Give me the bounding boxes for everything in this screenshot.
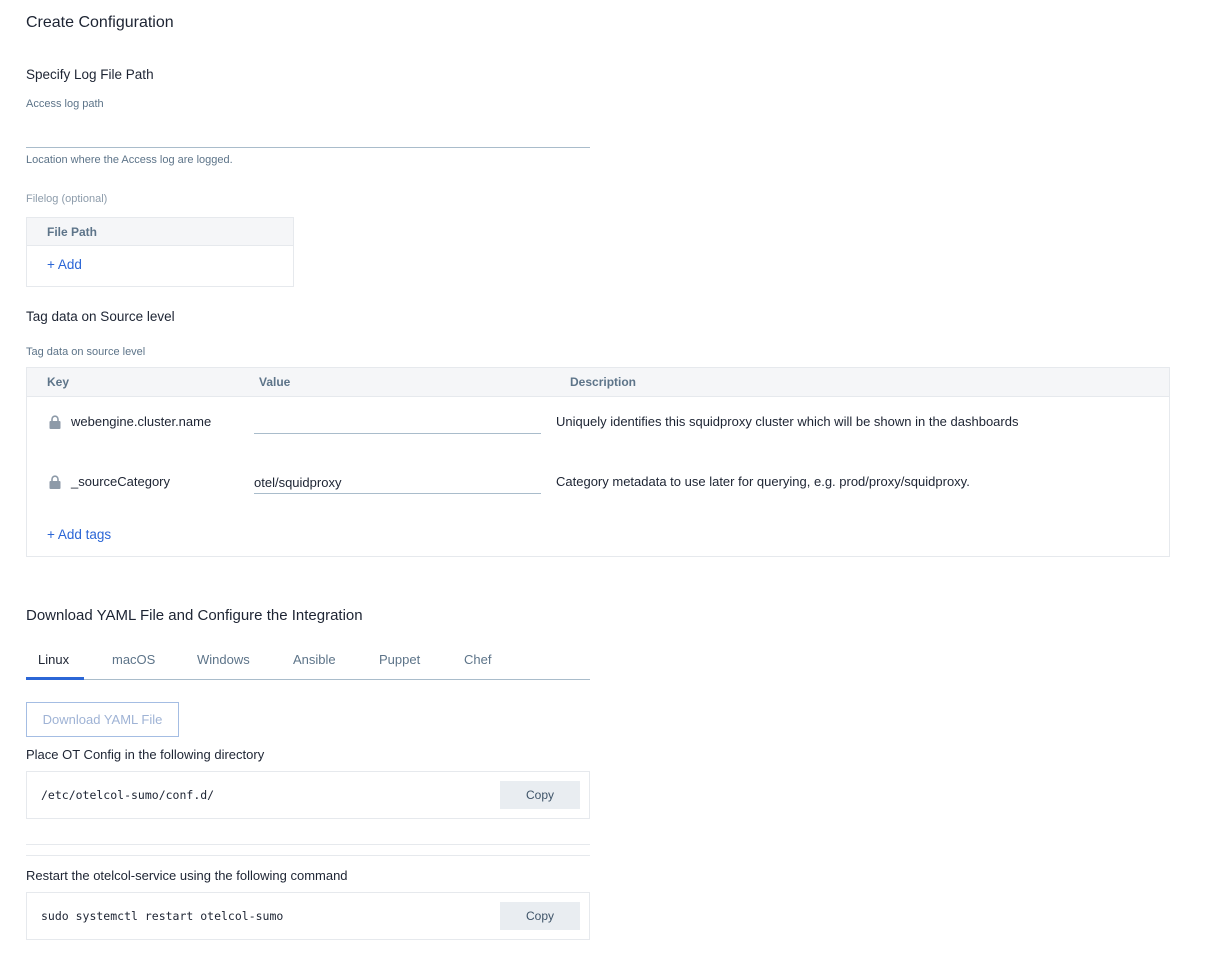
tag-key: webengine.cluster.name [71, 414, 212, 429]
platform-tabs: Linux macOS Windows Ansible Puppet Chef [26, 644, 590, 680]
lock-icon [49, 475, 61, 489]
lock-icon [49, 415, 61, 429]
tab-windows[interactable]: Windows [197, 652, 250, 667]
file-path-column-header: File Path [47, 224, 98, 239]
filelog-table-header: File Path [27, 218, 293, 246]
tab-ansible[interactable]: Ansible [293, 652, 336, 667]
active-tab-indicator [26, 677, 84, 680]
add-file-path-link[interactable]: + Add [47, 257, 82, 272]
step1-title: Place OT Config in the following directo… [26, 747, 265, 762]
tab-puppet[interactable]: Puppet [379, 652, 420, 667]
restart-command-code-box: sudo systemctl restart otelcol-sumo Copy [26, 892, 590, 940]
tag-description: Category metadata to use later for query… [556, 474, 970, 489]
filelog-table: File Path + Add [26, 217, 294, 287]
key-column-header: Key [47, 375, 70, 389]
config-directory-code-box: /etc/otelcol-sumo/conf.d/ Copy [26, 771, 590, 819]
divider [26, 855, 590, 856]
tags-section-title: Tag data on Source level [26, 309, 175, 324]
tag-value-input[interactable] [254, 412, 541, 434]
config-directory-path: /etc/otelcol-sumo/conf.d/ [41, 788, 215, 802]
tag-description: Uniquely identifies this squidproxy clus… [556, 414, 1019, 429]
tab-chef[interactable]: Chef [464, 652, 491, 667]
page-title: Create Configuration [26, 14, 174, 31]
restart-command: sudo systemctl restart otelcol-sumo [41, 909, 284, 923]
access-log-path-helper: Location where the Access log are logged… [26, 154, 233, 166]
tags-table-header: Key Value Description [27, 368, 1169, 397]
tag-row: webengine.cluster.name Uniquely identifi… [27, 404, 1169, 444]
log-file-path-title: Specify Log File Path [26, 67, 154, 82]
download-yaml-button[interactable]: Download YAML File [26, 702, 179, 737]
divider [26, 844, 590, 845]
download-section-title: Download YAML File and Configure the Int… [26, 607, 363, 624]
tag-value-input[interactable] [254, 472, 541, 494]
tab-macos[interactable]: macOS [112, 652, 155, 667]
filelog-label: Filelog (optional) [26, 193, 108, 205]
tag-key: _sourceCategory [71, 474, 170, 489]
tag-row: _sourceCategory Category metadata to use… [27, 464, 1169, 504]
tags-table-label: Tag data on source level [26, 346, 146, 358]
copy-command-button[interactable]: Copy [500, 902, 580, 930]
step2-title: Restart the otelcol-service using the fo… [26, 868, 348, 883]
add-tags-link[interactable]: + Add tags [47, 527, 111, 542]
access-log-path-label: Access log path [26, 98, 104, 110]
access-log-path-input[interactable] [26, 126, 590, 148]
value-column-header: Value [259, 375, 291, 389]
description-column-header: Description [570, 375, 637, 389]
tags-table: Key Value Description webengine.cluster.… [26, 367, 1170, 557]
copy-directory-button[interactable]: Copy [500, 781, 580, 809]
tab-linux[interactable]: Linux [38, 652, 69, 667]
